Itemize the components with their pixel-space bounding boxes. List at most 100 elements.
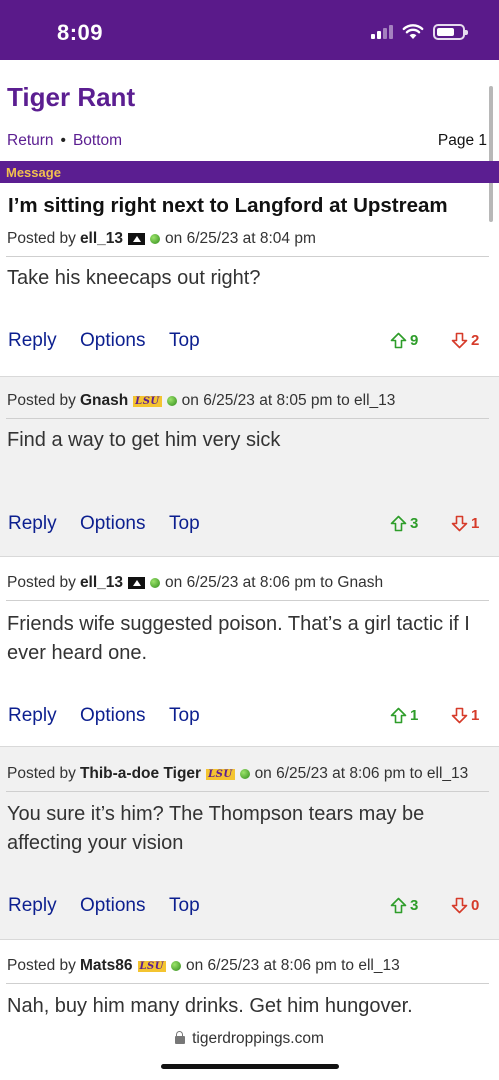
online-status-icon bbox=[170, 961, 181, 971]
browser-url-bar[interactable]: tigerdroppings.com bbox=[0, 1016, 499, 1080]
post-actions: Reply Options Top 3 0 bbox=[8, 895, 488, 919]
arrow-up-icon bbox=[390, 897, 407, 914]
top-button[interactable]: Top bbox=[169, 330, 200, 352]
posted-by-label: Posted by bbox=[7, 574, 76, 591]
post-date: on 6/25/23 at 8:05 pm to ell_13 bbox=[181, 392, 396, 409]
posted-by-label: Posted by bbox=[7, 765, 76, 782]
arrow-up-icon bbox=[390, 332, 407, 349]
upvote-count: 9 bbox=[410, 332, 419, 349]
post-author[interactable]: ell_13 bbox=[80, 230, 123, 248]
downvote-count: 0 bbox=[471, 897, 480, 914]
upvote-button[interactable]: 3 bbox=[390, 897, 418, 914]
thread-title: I’m sitting right next to Langford at Up… bbox=[8, 194, 448, 217]
post-author[interactable]: ell_13 bbox=[80, 574, 123, 592]
downvote-count: 1 bbox=[471, 707, 480, 724]
options-button[interactable]: Options bbox=[80, 330, 145, 352]
posted-by-label: Posted by bbox=[7, 230, 76, 247]
top-button[interactable]: Top bbox=[169, 895, 200, 917]
top-button[interactable]: Top bbox=[169, 513, 200, 535]
post-body: You sure it’s him? The Thompson tears ma… bbox=[7, 803, 425, 854]
post-author[interactable]: Gnash bbox=[80, 392, 128, 410]
downvote-button[interactable]: 0 bbox=[451, 897, 479, 914]
post-body: Nah, buy him many drinks. Get him hungov… bbox=[7, 995, 413, 1016]
bottom-link[interactable]: Bottom bbox=[73, 132, 122, 149]
downvote-count: 2 bbox=[471, 332, 480, 349]
arrow-down-icon bbox=[451, 332, 468, 349]
post: Posted by ell_13 on 6/25/23 at 8:06 pm t… bbox=[0, 557, 499, 746]
upvote-button[interactable]: 3 bbox=[390, 515, 418, 532]
post-actions: Reply Options Top 9 2 bbox=[8, 330, 488, 354]
online-status-icon bbox=[239, 769, 250, 779]
status-time: 8:09 bbox=[57, 20, 104, 45]
arrow-up-icon bbox=[390, 515, 407, 532]
post-date: on 6/25/23 at 8:06 pm to ell_13 bbox=[185, 957, 400, 974]
reply-button[interactable]: Reply bbox=[8, 513, 57, 535]
post-author[interactable]: Mats86 bbox=[80, 957, 133, 975]
post-body: Friends wife suggested poison. That’s a … bbox=[7, 613, 470, 664]
post-meta: Posted by Mats86 LSU on 6/25/23 at 8:06 … bbox=[7, 957, 400, 975]
post-date: on 6/25/23 at 8:06 pm to ell_13 bbox=[254, 765, 469, 782]
post-divider bbox=[6, 256, 489, 257]
wifi-icon bbox=[402, 24, 424, 39]
message-header: Message bbox=[0, 161, 499, 183]
reply-button[interactable]: Reply bbox=[8, 705, 57, 727]
board-title[interactable]: Tiger Rant bbox=[7, 82, 135, 113]
nav-separator: • bbox=[60, 132, 66, 149]
post-date: on 6/25/23 at 8:06 pm to Gnash bbox=[165, 574, 384, 591]
upvote-button[interactable]: 9 bbox=[390, 332, 418, 349]
lsu-badge-icon: LSU bbox=[133, 395, 162, 407]
lock-icon bbox=[175, 1031, 186, 1044]
url-text: tigerdroppings.com bbox=[192, 1030, 324, 1047]
post-meta: Posted by ell_13 on 6/25/23 at 8:06 pm t… bbox=[7, 574, 383, 592]
page-indicator: Page 1 bbox=[437, 132, 487, 149]
post: Posted by Gnash LSU on 6/25/23 at 8:05 p… bbox=[0, 377, 499, 556]
post-divider bbox=[6, 600, 489, 601]
options-button[interactable]: Options bbox=[80, 513, 145, 535]
rank-badge-icon bbox=[128, 233, 146, 245]
post: Posted by Mats86 LSU on 6/25/23 at 8:06 … bbox=[0, 940, 499, 1016]
posted-by-label: Posted by bbox=[7, 392, 76, 409]
url-display[interactable]: tigerdroppings.com bbox=[0, 1030, 499, 1048]
post-body: Find a way to get him very sick bbox=[7, 429, 281, 451]
arrow-down-icon bbox=[451, 707, 468, 724]
downvote-button[interactable]: 2 bbox=[451, 332, 479, 349]
thread-nav: Return • Bottom Page 1 bbox=[7, 132, 487, 152]
post: Posted by Thib-a-doe Tiger LSU on 6/25/2… bbox=[0, 747, 499, 939]
arrow-down-icon bbox=[451, 515, 468, 532]
upvote-count: 3 bbox=[410, 897, 419, 914]
upvote-button[interactable]: 1 bbox=[390, 707, 418, 724]
status-icons bbox=[371, 24, 468, 40]
home-indicator[interactable] bbox=[161, 1064, 339, 1069]
post-divider bbox=[6, 418, 489, 419]
status-bar: 8:09 bbox=[0, 0, 499, 60]
arrow-down-icon bbox=[451, 897, 468, 914]
battery-icon bbox=[433, 24, 468, 40]
lsu-badge-icon: LSU bbox=[206, 768, 235, 780]
post-meta: Posted by ell_13 on 6/25/23 at 8:04 pm bbox=[7, 230, 316, 248]
reply-button[interactable]: Reply bbox=[8, 330, 57, 352]
post-actions: Reply Options Top 3 1 bbox=[8, 513, 488, 537]
cellular-signal-icon bbox=[371, 25, 393, 39]
post-divider bbox=[6, 983, 489, 984]
options-button[interactable]: Options bbox=[80, 705, 145, 727]
downvote-button[interactable]: 1 bbox=[451, 707, 479, 724]
downvote-count: 1 bbox=[471, 515, 480, 532]
upvote-count: 1 bbox=[410, 707, 419, 724]
post: Posted by ell_13 on 6/25/23 at 8:04 pm T… bbox=[0, 224, 499, 376]
post-divider bbox=[6, 791, 489, 792]
post-meta: Posted by Gnash LSU on 6/25/23 at 8:05 p… bbox=[7, 392, 395, 410]
options-button[interactable]: Options bbox=[80, 895, 145, 917]
online-status-icon bbox=[150, 234, 161, 244]
upvote-count: 3 bbox=[410, 515, 419, 532]
posted-by-label: Posted by bbox=[7, 957, 76, 974]
page-scrollbar[interactable] bbox=[489, 86, 493, 222]
return-link[interactable]: Return bbox=[7, 132, 54, 149]
top-button[interactable]: Top bbox=[169, 705, 200, 727]
post-author[interactable]: Thib-a-doe Tiger bbox=[80, 765, 201, 783]
reply-button[interactable]: Reply bbox=[8, 895, 57, 917]
lsu-badge-icon: LSU bbox=[137, 960, 166, 972]
post-body: Take his kneecaps out right? bbox=[7, 267, 261, 289]
post-meta: Posted by Thib-a-doe Tiger LSU on 6/25/2… bbox=[7, 765, 468, 783]
downvote-button[interactable]: 1 bbox=[451, 515, 479, 532]
arrow-up-icon bbox=[390, 707, 407, 724]
